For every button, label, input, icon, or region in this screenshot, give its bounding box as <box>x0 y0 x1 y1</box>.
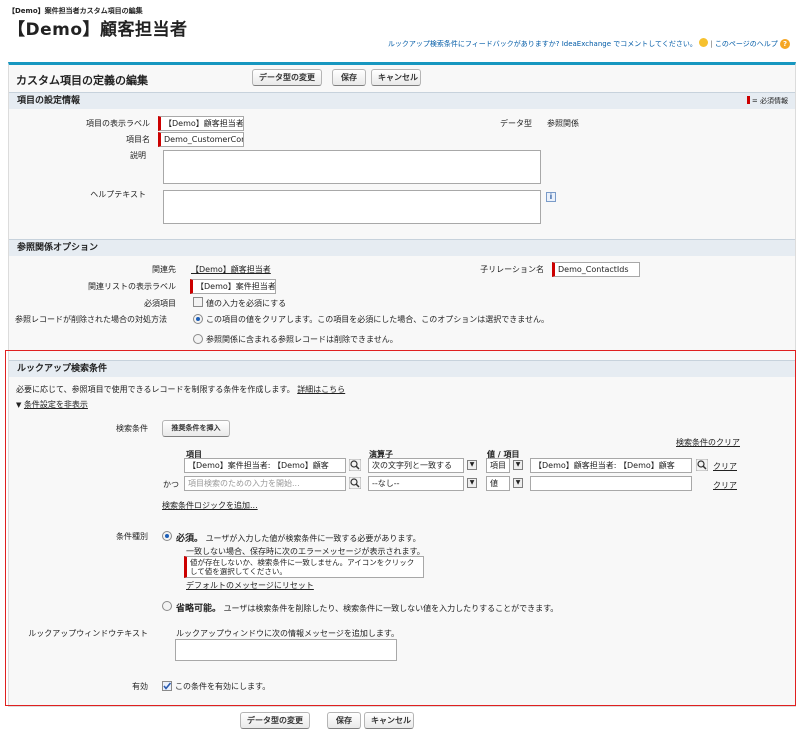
lookup-filter-header: ルックアップ検索条件 <box>9 360 795 377</box>
reset-message-link[interactable]: デフォルトのメッセージにリセット <box>186 580 314 591</box>
datatype-label: データ型 <box>500 119 532 128</box>
filter-required-text: 必須。 ユーザが入力した値が検索条件に一致する必要があります。 <box>176 531 421 544</box>
filter-optional-radio[interactable] <box>162 601 172 611</box>
filter-optional-strong: 省略可能。 <box>176 604 222 614</box>
page-title: 【Demo】顧客担当者 <box>8 20 188 40</box>
required-field-label: 必須項目 <box>144 299 176 308</box>
helptext-label: ヘルプテキスト <box>90 190 146 199</box>
feedback-icon <box>699 38 709 47</box>
filter-row2-field-placeholder: 項目検索のための入力を開始... <box>188 479 300 488</box>
lookup-window-desc: ルックアップウィンドウに次の情報メッセージを追加します。 <box>176 629 400 638</box>
chevron-down-icon[interactable]: ▼ <box>467 460 477 470</box>
field-settings-header: 項目の設定情報 <box>9 92 795 109</box>
display-label-input[interactable]: 【Demo】顧客担当者 <box>158 116 244 131</box>
delete-option-restrict-text: 参照関係に含まれる参照レコードは削除できません。 <box>206 335 398 344</box>
toggle-criteria[interactable]: ▼ 条件設定を非表示 <box>16 399 88 410</box>
filter-row2-operator-select[interactable]: --なし-- <box>368 476 464 491</box>
field-name-label: 項目名 <box>126 135 150 144</box>
required-legend-text: = 必須情報 <box>751 97 788 105</box>
cancel-button-bottom[interactable]: キャンセル <box>364 712 414 729</box>
lookup-search-icon[interactable] <box>349 477 361 489</box>
required-checkbox[interactable] <box>193 297 203 307</box>
description-label: 説明 <box>130 151 146 160</box>
details-link[interactable]: 詳細はこちら <box>297 385 345 394</box>
field-name-input[interactable]: Demo_CustomerCor <box>158 132 244 147</box>
related-to-value: 【Demo】顧客担当者 <box>191 265 271 274</box>
filter-required-desc: ユーザが入力した値が検索条件に一致する必要があります。 <box>205 534 421 543</box>
save-button[interactable]: 保存 <box>332 69 366 86</box>
datatype-value: 参照関係 <box>547 119 579 128</box>
filter-required-strong: 必須。 <box>176 534 204 544</box>
lookup-filter-intro: 必要に応じて、参照項目で使用できるレコードを制限する条件を作成します。 詳細はこ… <box>16 384 345 395</box>
filter-row1-field-input[interactable]: 【Demo】案件担当者: 【Demo】顧客 <box>184 458 346 473</box>
save-button-bottom[interactable]: 保存 <box>327 712 361 729</box>
lookup-filter-intro-text: 必要に応じて、参照項目で使用できるレコードを制限する条件を作成します。 <box>16 385 295 394</box>
error-message-text: 値が存在しないか、検索条件に一致しません。アイコンをクリックして値を選択してくだ… <box>190 558 415 576</box>
related-to-label: 関連先 <box>152 265 176 274</box>
related-list-input[interactable]: 【Demo】案件担当者 <box>190 279 276 294</box>
filter-optional-text: 省略可能。 ユーザは検索条件を削除したり、検索条件に一致しない値を入力したりする… <box>176 601 558 614</box>
delete-option-clear-text: この項目の値をクリアします。この項目を必須にした場合、このオプションは選択できま… <box>206 315 549 324</box>
criteria-label: 検索条件 <box>116 424 148 433</box>
header-separator: | <box>710 40 713 48</box>
lookup-filter-highlight <box>5 350 796 706</box>
required-legend: = 必須情報 <box>746 96 788 106</box>
filter-row1-operator-select[interactable]: 次の文字列と一致する <box>368 458 464 473</box>
help-link[interactable]: このページのヘルプ <box>715 40 778 48</box>
child-rel-label: 子リレーション名 <box>480 265 544 274</box>
checkmark-icon <box>163 682 172 690</box>
help-icon[interactable]: ? <box>780 39 790 49</box>
related-list-label: 関連リストの表示ラベル <box>88 282 176 291</box>
error-message-textarea[interactable]: 値が存在しないか、検索条件に一致しません。アイコンをクリックして値を選択してくだ… <box>184 556 424 578</box>
lookup-window-textarea[interactable] <box>175 639 397 661</box>
filter-row2-field-input[interactable]: 項目検索のための入力を開始... <box>184 476 346 491</box>
required-marker <box>746 96 750 104</box>
field-settings-title: 項目の設定情報 <box>17 96 81 106</box>
filter-type-label: 条件種別 <box>116 532 148 541</box>
active-label: 有効 <box>132 682 148 691</box>
header-links: ルックアップ検索条件にフィードバックがありますか? IdeaExchange で… <box>388 38 790 49</box>
lookup-filter-title: ルックアップ検索条件 <box>17 364 108 374</box>
filter-row1-clear-link[interactable]: クリア <box>713 461 737 472</box>
chevron-down-icon[interactable]: ▼ <box>467 478 477 488</box>
feedback-link[interactable]: ルックアップ検索条件にフィードバックがありますか? IdeaExchange で… <box>388 40 697 48</box>
filter-required-radio[interactable] <box>162 531 172 541</box>
child-rel-input[interactable]: Demo_ContactIds <box>552 262 640 277</box>
lookup-options-header: 参照関係オプション <box>9 239 795 256</box>
active-checkbox-text: この条件を有効にします。 <box>175 682 271 691</box>
lookup-search-icon[interactable] <box>349 459 361 471</box>
filter-row2-and-label: かつ <box>163 480 179 489</box>
lookup-search-icon[interactable] <box>696 459 708 471</box>
lookup-options-title: 参照関係オプション <box>17 243 99 253</box>
cancel-button[interactable]: キャンセル <box>371 69 421 86</box>
delete-behavior-label: 参照レコードが削除された場合の対処方法 <box>15 315 167 324</box>
info-icon[interactable]: i <box>546 192 556 202</box>
lookup-window-label: ルックアップウィンドウテキスト <box>28 629 148 638</box>
chevron-down-icon[interactable]: ▼ <box>513 478 523 488</box>
delete-option-restrict-radio[interactable] <box>193 334 203 344</box>
active-checkbox[interactable] <box>162 681 172 691</box>
filter-row2-type-select[interactable]: 値 <box>486 476 510 491</box>
insert-suggested-button[interactable]: 推奨条件を挿入 <box>162 420 230 437</box>
add-filter-logic-link[interactable]: 検索条件ロジックを追加... <box>162 500 258 511</box>
editor-heading: カスタム項目の定義の編集 <box>16 74 148 87</box>
filter-row1-value-input[interactable]: 【Demo】顧客担当者: 【Demo】顧客 <box>530 458 692 473</box>
display-label-label: 項目の表示ラベル <box>86 119 150 128</box>
filter-optional-desc: ユーザは検索条件を削除したり、検索条件に一致しない値を入力したりすることができま… <box>223 604 559 613</box>
filter-row1-type-select[interactable]: 項目 <box>486 458 510 473</box>
delete-option-clear-radio[interactable] <box>193 314 203 324</box>
change-type-button-bottom[interactable]: データ型の変更 <box>240 712 310 729</box>
filter-row2-clear-link[interactable]: クリア <box>713 480 737 491</box>
toggle-criteria-link[interactable]: 条件設定を非表示 <box>24 400 88 409</box>
filter-row2-value-input[interactable] <box>530 476 692 491</box>
chevron-down-icon[interactable]: ▼ <box>513 460 523 470</box>
required-checkbox-text: 値の入力を必須にする <box>206 299 287 308</box>
clear-criteria-link[interactable]: 検索条件のクリア <box>676 437 740 448</box>
collapse-triangle-icon: ▼ <box>16 401 22 409</box>
change-type-button[interactable]: データ型の変更 <box>252 69 322 86</box>
helptext-textarea[interactable] <box>163 190 541 224</box>
description-textarea[interactable] <box>163 150 541 184</box>
